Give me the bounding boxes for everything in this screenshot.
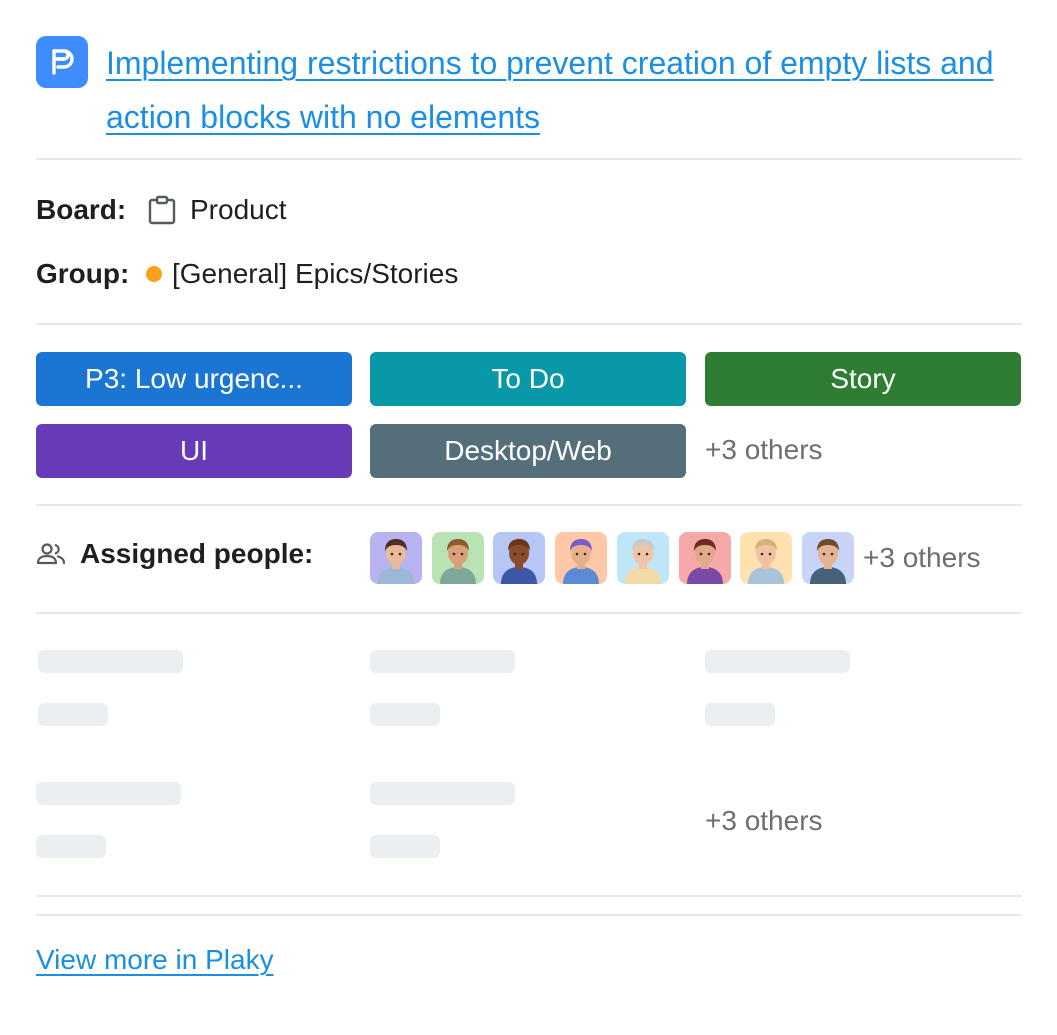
- divider: [36, 158, 1022, 160]
- skeleton-bar: [705, 650, 850, 673]
- tags-more[interactable]: +3 others: [705, 434, 823, 466]
- skeleton-bar: [370, 703, 440, 726]
- group-value: [General] Epics/Stories: [146, 258, 458, 290]
- tag-priority[interactable]: P3: Low urgenc...: [36, 352, 352, 406]
- skeleton-bar: [36, 782, 181, 805]
- task-title-link[interactable]: Implementing restrictions to prevent cre…: [106, 36, 1006, 144]
- assigned-more[interactable]: +3 others: [863, 542, 981, 574]
- people-icon: [36, 543, 66, 565]
- board-label: Board:: [36, 194, 127, 225]
- view-more-link[interactable]: View more in Plaky: [36, 944, 274, 976]
- skeleton-bar: [38, 703, 108, 726]
- assigned-people-label: Assigned people:: [36, 538, 313, 570]
- tag-status[interactable]: To Do: [370, 352, 686, 406]
- skeleton-bar: [370, 782, 515, 805]
- avatar[interactable]: [802, 532, 854, 584]
- avatar[interactable]: [370, 532, 422, 584]
- avatar[interactable]: [432, 532, 484, 584]
- group-name: [General] Epics/Stories: [172, 258, 459, 289]
- avatar[interactable]: [493, 532, 545, 584]
- clipboard-icon: [148, 195, 176, 225]
- assigned-label-text: Assigned people:: [80, 538, 314, 569]
- skeleton-bar: [370, 650, 515, 673]
- group-color-dot: [146, 266, 162, 282]
- board-value: Product: [148, 194, 287, 226]
- skeleton-bar: [36, 835, 106, 858]
- divider: [36, 323, 1022, 325]
- avatar[interactable]: [740, 532, 792, 584]
- divider: [36, 612, 1022, 614]
- avatar[interactable]: [555, 532, 607, 584]
- tag-area[interactable]: UI: [36, 424, 352, 478]
- group-label: Group:: [36, 258, 130, 289]
- skeleton-bar: [370, 835, 440, 858]
- fields-more[interactable]: +3 others: [705, 805, 823, 837]
- avatar[interactable]: [679, 532, 731, 584]
- plaky-logo-icon: [36, 36, 88, 88]
- divider: [36, 895, 1022, 897]
- board-name: Product: [190, 194, 287, 225]
- skeleton-bar: [705, 703, 775, 726]
- divider: [36, 504, 1022, 506]
- avatar[interactable]: [617, 532, 669, 584]
- tag-platform[interactable]: Desktop/Web: [370, 424, 686, 478]
- tag-type[interactable]: Story: [705, 352, 1021, 406]
- divider: [36, 914, 1022, 916]
- skeleton-bar: [38, 650, 183, 673]
